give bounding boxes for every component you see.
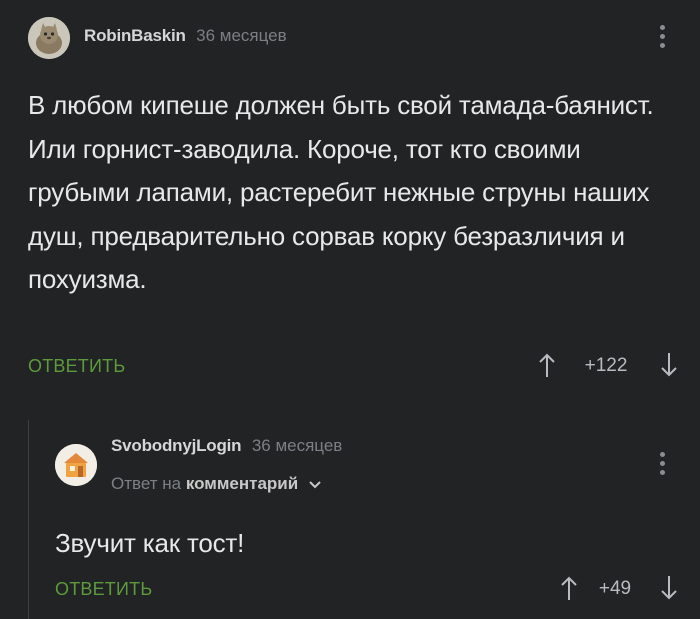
arrow-down-icon[interactable] <box>660 352 678 378</box>
comment-text: Звучит как тост! <box>55 528 245 558</box>
avatar[interactable] <box>55 444 97 486</box>
author-name[interactable]: RobinBaskin <box>84 26 186 45</box>
arrow-up-icon[interactable] <box>538 352 556 378</box>
reply-comment: SvobodnyjLogin 36 месяцев Ответ на комме… <box>0 400 700 619</box>
vote-score: +122 <box>584 355 628 376</box>
comment-header: SvobodnyjLogin 36 месяцев <box>111 436 342 456</box>
arrow-down-icon[interactable] <box>660 575 678 601</box>
comment: RobinBaskin 36 месяцев В любом кипеше до… <box>0 0 700 400</box>
more-vertical-icon[interactable] <box>660 25 666 52</box>
avatar[interactable] <box>28 17 70 59</box>
chevron-down-icon[interactable] <box>309 480 321 489</box>
comment-time: 36 месяцев <box>251 436 343 455</box>
reply-to-info: Ответ на комментарий <box>111 474 321 494</box>
reply-button[interactable]: ОТВЕТИТЬ <box>28 356 125 377</box>
house-avatar-icon <box>55 444 97 486</box>
vote-control: +122 <box>538 350 678 380</box>
comment-text: В любом кипеше должен быть свой тамада-б… <box>28 90 654 294</box>
more-vertical-icon[interactable] <box>660 452 666 479</box>
comment-time: 36 месяцев <box>196 26 287 45</box>
vote-control: +49 <box>560 573 678 603</box>
arrow-up-icon[interactable] <box>560 575 578 601</box>
vote-score: +49 <box>598 578 632 599</box>
comment-header: RobinBaskin 36 месяцев <box>84 26 287 46</box>
reply-to-link[interactable]: комментарий <box>186 474 298 493</box>
author-name[interactable]: SvobodnyjLogin <box>111 436 242 455</box>
thread-line[interactable] <box>28 420 29 619</box>
reply-button[interactable]: ОТВЕТИТЬ <box>55 579 152 600</box>
cat-avatar-icon <box>28 17 70 59</box>
reply-to-prefix: Ответ на <box>111 474 182 493</box>
